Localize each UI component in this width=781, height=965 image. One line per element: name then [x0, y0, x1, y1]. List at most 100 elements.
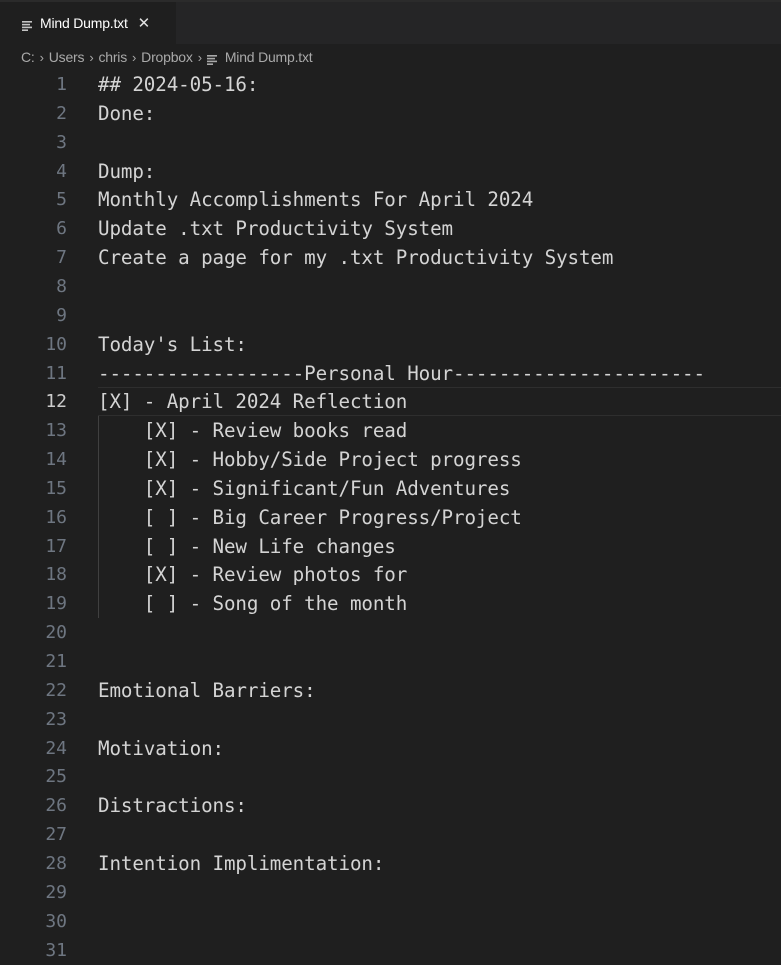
chevron-right-icon: ›: [197, 49, 202, 65]
editor-line[interactable]: 24 Motivation:: [0, 734, 781, 763]
line-number: 11: [45, 362, 67, 384]
code-area[interactable]: ------------------Personal Hour---------…: [98, 359, 781, 388]
breadcrumb-dropbox[interactable]: Dropbox: [141, 49, 193, 65]
editor-line[interactable]: 16 [ ] - Big Career Progress/Project: [0, 503, 781, 532]
line-text: Dump:: [98, 159, 156, 183]
line-text: Intention Implimentation:: [98, 851, 385, 875]
line-text: Distractions:: [98, 794, 247, 818]
editor-line[interactable]: 18 [X] - Review photos for: [0, 560, 781, 589]
line-number: 4: [56, 160, 67, 182]
code-area[interactable]: Distractions:: [98, 791, 781, 820]
editor-line[interactable]: 10 Today's List:: [0, 330, 781, 359]
code-area[interactable]: Today's List:: [98, 330, 781, 359]
code-area[interactable]: [98, 907, 781, 936]
line-text: [X] - Hobby/Side Project progress: [98, 448, 522, 472]
code-area[interactable]: [ ] - New Life changes: [98, 532, 781, 561]
code-area[interactable]: [X] - Review books read: [98, 416, 781, 445]
chevron-right-icon: ›: [39, 49, 44, 65]
editor-line[interactable]: 9: [0, 301, 781, 330]
editor-line[interactable]: 25: [0, 762, 781, 791]
code-area[interactable]: [98, 128, 781, 157]
line-number: 19: [45, 593, 67, 615]
code-area[interactable]: [X] - April 2024 Reflection: [98, 387, 781, 417]
code-area[interactable]: Dump:: [98, 157, 781, 186]
editor-line[interactable]: 29: [0, 878, 781, 907]
line-number: 13: [45, 420, 67, 442]
editor-line[interactable]: 27: [0, 820, 781, 849]
code-area[interactable]: [ ] - Big Career Progress/Project: [98, 503, 781, 532]
line-text: Monthly Accomplishments For April 2024: [98, 188, 534, 212]
line-text: ## 2024-05-16:: [98, 73, 259, 96]
close-icon[interactable]: ✕: [138, 16, 151, 31]
editor-line[interactable]: 14 [X] - Hobby/Side Project progress: [0, 445, 781, 474]
editor-line[interactable]: 17 [ ] - New Life changes: [0, 532, 781, 561]
code-area[interactable]: Emotional Barriers:: [98, 676, 781, 705]
tab-label: Mind Dump.txt: [40, 15, 128, 31]
line-number: 18: [45, 564, 67, 586]
code-area[interactable]: [98, 878, 781, 907]
line-number: 1: [56, 74, 67, 95]
line-number: 27: [45, 824, 67, 846]
text-file-icon: [206, 52, 218, 65]
line-text: [ ] - Song of the month: [98, 592, 408, 616]
line-number: 3: [56, 131, 67, 153]
editor-line[interactable]: 26 Distractions:: [0, 791, 781, 820]
editor-line[interactable]: 21: [0, 647, 781, 676]
code-area[interactable]: Intention Implimentation:: [98, 849, 781, 878]
editor-line[interactable]: 30: [0, 907, 781, 936]
code-area[interactable]: [98, 936, 781, 965]
editor-line[interactable]: 12 [X] - April 2024 Reflection: [0, 387, 781, 417]
chevron-right-icon: ›: [89, 49, 94, 65]
text-editor[interactable]: 1 ## 2024-05-16: 2 Done: 3 4 Dump: 5 Monthly Acc…: [0, 70, 781, 961]
code-area[interactable]: Motivation:: [98, 734, 781, 763]
editor-line[interactable]: 4 Dump:: [0, 157, 781, 186]
breadcrumb-users[interactable]: Users: [49, 49, 85, 65]
code-area[interactable]: [98, 762, 781, 791]
code-area[interactable]: [X] - Hobby/Side Project progress: [98, 445, 781, 474]
breadcrumb-file[interactable]: Mind Dump.txt: [225, 49, 313, 65]
line-number: 16: [45, 506, 67, 528]
code-area[interactable]: ## 2024-05-16:: [98, 70, 781, 99]
line-text: [X] - Significant/Fun Adventures: [98, 476, 511, 500]
editor-line[interactable]: 6 Update .txt Productivity System: [0, 214, 781, 243]
code-area[interactable]: [ ] - Song of the month: [98, 589, 781, 618]
line-text: Emotional Barriers:: [98, 678, 316, 702]
tab-mind-dump[interactable]: Mind Dump.txt ✕: [0, 2, 176, 44]
editor-line[interactable]: 5 Monthly Accomplishments For April 2024: [0, 185, 781, 214]
line-number: 26: [45, 795, 67, 817]
code-area[interactable]: [98, 272, 781, 301]
editor-line[interactable]: 11 ------------------Personal Hour-------…: [0, 359, 781, 388]
code-area[interactable]: [98, 820, 781, 849]
line-number: 23: [45, 708, 67, 730]
breadcrumb-chris[interactable]: chris: [98, 49, 127, 65]
code-area[interactable]: Done:: [98, 99, 781, 128]
code-area[interactable]: [98, 705, 781, 734]
editor-line[interactable]: 19 [ ] - Song of the month: [0, 589, 781, 618]
editor-line[interactable]: 31: [0, 936, 781, 965]
breadcrumb-drive[interactable]: C:: [21, 49, 35, 65]
code-area[interactable]: [X] - Review photos for: [98, 560, 781, 589]
editor-line[interactable]: 3: [0, 128, 781, 157]
editor-line[interactable]: 28 Intention Implimentation:: [0, 849, 781, 878]
code-area[interactable]: Create a page for my .txt Productivity S…: [98, 243, 781, 272]
editor-line[interactable]: 22 Emotional Barriers:: [0, 676, 781, 705]
code-area[interactable]: [98, 618, 781, 647]
code-area[interactable]: Monthly Accomplishments For April 2024: [98, 185, 781, 214]
line-number: 29: [45, 881, 67, 903]
code-area[interactable]: Update .txt Productivity System: [98, 214, 781, 243]
line-number: 10: [45, 333, 67, 355]
editor-line[interactable]: 15 [X] - Significant/Fun Adventures: [0, 474, 781, 503]
code-area[interactable]: [X] - Significant/Fun Adventures: [98, 474, 781, 503]
line-text: [ ] - Big Career Progress/Project: [98, 505, 522, 529]
editor-line[interactable]: 13 [X] - Review books read: [0, 416, 781, 445]
editor-line[interactable]: 2 Done:: [0, 99, 781, 128]
editor-line[interactable]: 23: [0, 705, 781, 734]
line-number: 2: [56, 102, 67, 124]
code-area[interactable]: [98, 647, 781, 676]
editor-line[interactable]: 20: [0, 618, 781, 647]
editor-line[interactable]: 8: [0, 272, 781, 301]
editor-line[interactable]: 7 Create a page for my .txt Productivity …: [0, 243, 781, 272]
code-area[interactable]: [98, 301, 781, 330]
editor-line[interactable]: 1 ## 2024-05-16:: [0, 70, 781, 99]
line-text: ------------------Personal Hour---------…: [98, 361, 705, 385]
